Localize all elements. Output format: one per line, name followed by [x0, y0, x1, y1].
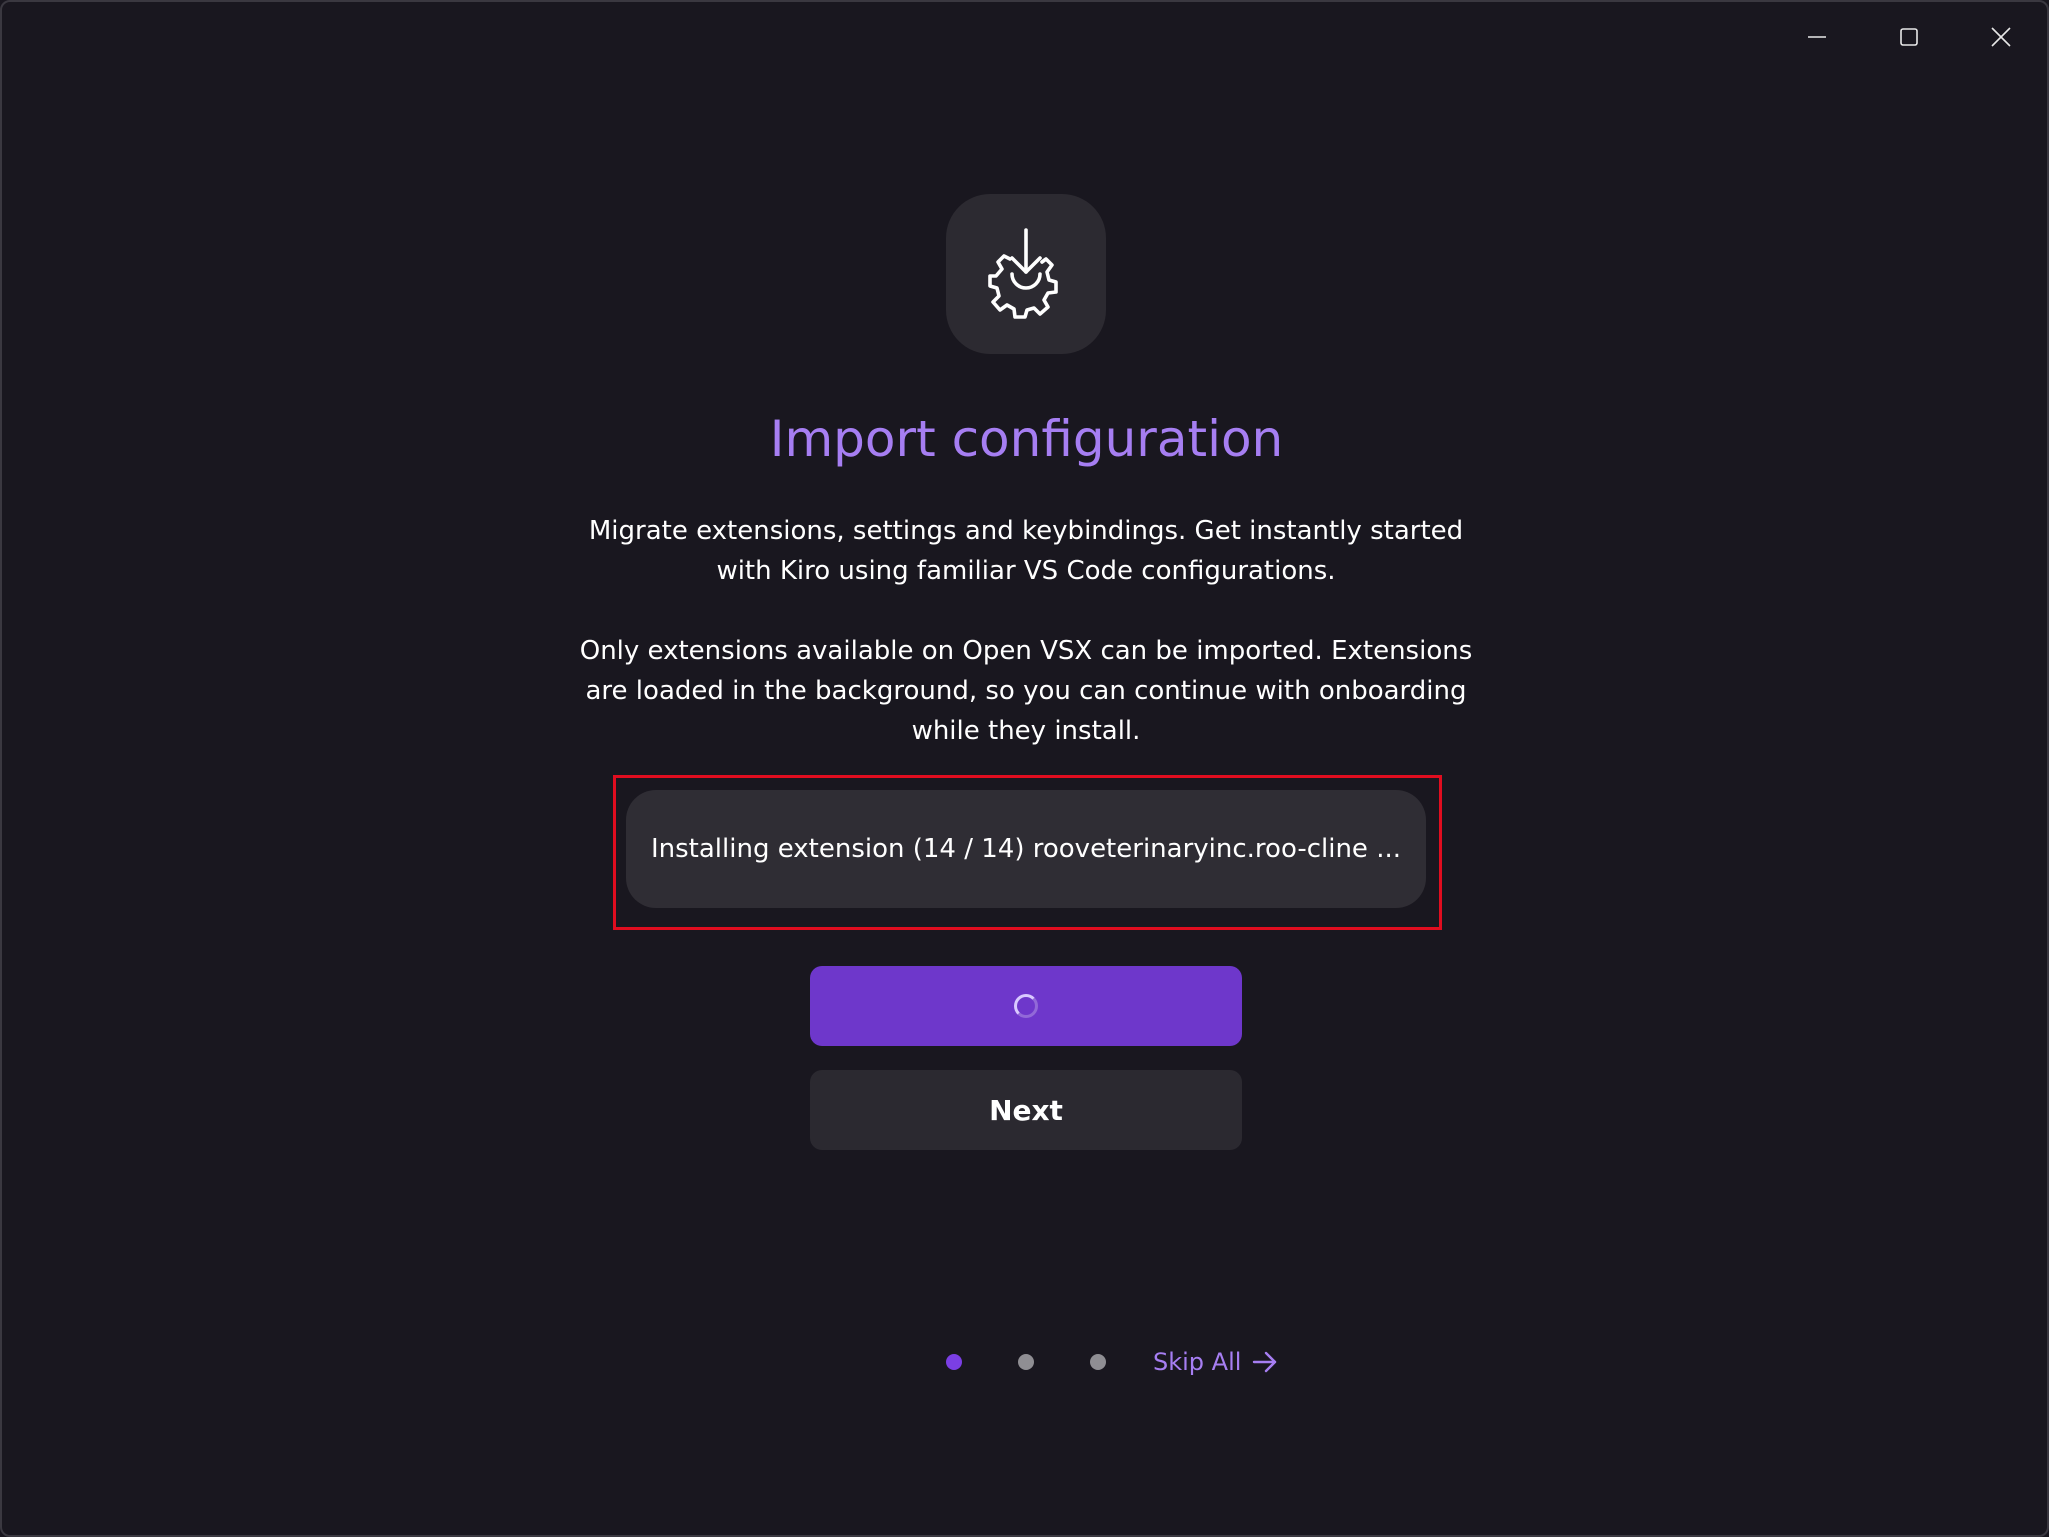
next-button[interactable]: Next [810, 1070, 1242, 1150]
minimize-button[interactable] [1771, 2, 1863, 72]
description-paragraph-2: Only extensions available on Open VSX ca… [579, 636, 1473, 746]
step-dot-1[interactable] [946, 1354, 962, 1370]
app-window: Import configuration Migrate extensions,… [0, 0, 2049, 1537]
description-paragraph-1: Migrate extensions, settings and keybind… [588, 516, 1464, 586]
import-settings-icon [988, 228, 1058, 319]
install-status-box: Installing extension (14 / 14) rooveteri… [626, 790, 1426, 908]
maximize-icon [1900, 28, 1918, 46]
import-icon-tile [946, 194, 1106, 354]
loading-spinner-icon [1014, 994, 1038, 1018]
skip-all-label: Skip All [1153, 1348, 1242, 1376]
close-button[interactable] [1955, 2, 2047, 72]
arrow-right-icon [1253, 1351, 1277, 1373]
skip-all-link[interactable]: Skip All [1153, 1344, 1279, 1380]
step-dot-3[interactable] [1090, 1354, 1106, 1370]
window-controls [1771, 2, 2047, 72]
next-button-label: Next [989, 1093, 1063, 1127]
step-dot-2[interactable] [1018, 1354, 1034, 1370]
import-button-loading[interactable] [810, 966, 1242, 1046]
onboarding-pager: Skip All [2, 1344, 2049, 1380]
page-title: Import configuration [769, 410, 1284, 468]
close-icon [1991, 27, 2011, 47]
minimize-icon [1808, 36, 1826, 38]
maximize-button[interactable] [1863, 2, 1955, 72]
install-status-text: Installing extension (14 / 14) rooveteri… [650, 834, 1401, 864]
